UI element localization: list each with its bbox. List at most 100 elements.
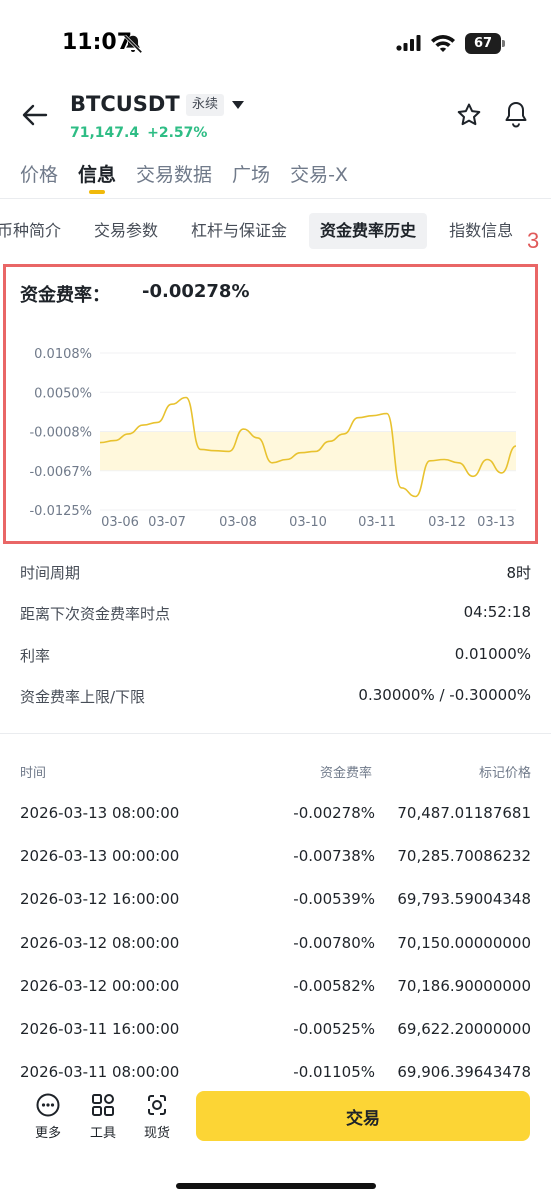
wifi-icon <box>431 35 455 52</box>
tools-button[interactable]: 工具 <box>81 1092 125 1141</box>
history-table[interactable]: 2026-03-13 08:00:00 -0.00278% 70,487.011… <box>20 800 531 1078</box>
info-value: 0.30000% / -0.30000% <box>358 686 531 704</box>
grid-tools-icon <box>92 1094 114 1116</box>
info-row-countdown: 距离下次资金费率时点 04:52:18 <box>20 603 531 633</box>
row-rate: -0.00582% <box>293 977 375 995</box>
table-row: 2026-03-13 08:00:00 -0.00278% 70,487.011… <box>20 804 531 832</box>
funding-rate-value: -0.00278% <box>142 281 250 302</box>
row-mark-price: 70,186.90000000 <box>397 977 531 995</box>
x-tick-label: 03-06 <box>101 515 139 530</box>
row-mark-price: 69,622.20000000 <box>397 1020 531 1038</box>
cellular-signal-icon <box>396 35 421 51</box>
row-time: 2026-03-13 00:00:00 <box>20 847 180 865</box>
subtab-trading-params[interactable]: 交易参数 <box>83 213 169 249</box>
y-tick-label: -0.0125% <box>29 504 92 519</box>
header-time: 时间 <box>20 766 47 781</box>
back-arrow-icon[interactable] <box>20 100 50 130</box>
row-rate: -0.00525% <box>293 1020 375 1038</box>
row-rate: -0.00738% <box>293 847 375 865</box>
y-tick-label: 0.0050% <box>34 386 92 401</box>
price-line: 71,147.4 +2.57% <box>70 125 215 141</box>
home-indicator <box>176 1183 376 1189</box>
info-row-period: 时间周期 8时 <box>20 562 531 592</box>
tab-square[interactable]: 广场 <box>232 160 270 200</box>
header-mark-price: 标记价格 <box>478 766 531 781</box>
spot-button[interactable]: 现货 <box>135 1092 179 1141</box>
sub-tabs: 币种简介 交易参数 杠杆与保证金 资金费率历史 指数信息 <box>0 212 535 250</box>
bell-off-icon <box>123 34 143 54</box>
row-time: 2026-03-12 00:00:00 <box>20 977 180 995</box>
trade-button[interactable]: 交易 <box>196 1091 530 1141</box>
table-row: 2026-03-12 00:00:00 -0.00582% 70,186.900… <box>20 977 531 1005</box>
x-tick-label: 03-10 <box>289 515 327 530</box>
status-bar: 11:07 67 <box>0 0 551 90</box>
more-icon <box>36 1093 60 1117</box>
x-tick-label: 03-11 <box>358 515 396 530</box>
info-label: 利率 <box>20 647 51 665</box>
funding-rate-chart[interactable]: 0.0108% 0.0050% -0.0008% -0.0067% -0.0125% 03… <box>0 330 551 540</box>
table-row: 2026-03-12 08:00:00 -0.00780% 70,150.000… <box>20 934 531 962</box>
row-mark-price: 69,793.59004348 <box>397 890 531 908</box>
tab-price[interactable]: 价格 <box>20 160 58 200</box>
chart-zero-band <box>100 431 516 471</box>
x-tick-label: 03-07 <box>148 515 186 530</box>
subtab-funding-history[interactable]: 资金费率历史 <box>309 213 428 249</box>
history-table-header: 时间 资金费率 标记价格 <box>20 762 531 782</box>
table-row: 2026-03-11 16:00:00 -0.00525% 69,622.200… <box>20 1020 531 1048</box>
table-row: 2026-03-13 00:00:00 -0.00738% 70,285.700… <box>20 847 531 875</box>
row-mark-price: 70,487.01187681 <box>397 804 531 822</box>
info-value: 0.01000% <box>454 645 531 663</box>
tab-trade-x[interactable]: 交易-X <box>290 160 348 200</box>
row-rate: -0.01105% <box>293 1063 375 1078</box>
row-rate: -0.00780% <box>293 934 375 952</box>
row-rate: -0.00539% <box>293 890 375 908</box>
more-button[interactable]: 更多 <box>26 1092 70 1141</box>
battery-indicator: 67 <box>465 33 505 54</box>
price-change: +2.57% <box>147 125 208 141</box>
battery-level: 67 <box>465 33 501 54</box>
section-divider <box>0 733 551 734</box>
y-tick-label: -0.0008% <box>29 426 92 441</box>
x-tick-label: 03-12 <box>428 515 466 530</box>
subtab-coin-intro[interactable]: 币种简介 <box>0 213 72 249</box>
info-row-interest: 利率 0.01000% <box>20 645 531 675</box>
battery-cap <box>502 40 505 47</box>
tabs-divider <box>0 198 551 199</box>
x-tick-label: 03-13 <box>477 515 515 530</box>
row-time: 2026-03-12 16:00:00 <box>20 890 180 908</box>
y-tick-label: 0.0108% <box>34 347 92 362</box>
tools-label: 工具 <box>89 1126 116 1141</box>
info-label: 时间周期 <box>20 564 81 582</box>
subtab-index-info[interactable]: 指数信息 <box>438 213 524 249</box>
caret-down-icon[interactable] <box>232 100 244 110</box>
star-icon[interactable] <box>456 102 482 128</box>
bottom-bar: 更多 工具 现货 交易 <box>0 1078 551 1200</box>
bell-icon[interactable] <box>503 100 529 128</box>
row-time: 2026-03-12 08:00:00 <box>20 934 180 952</box>
row-time: 2026-03-13 08:00:00 <box>20 804 180 822</box>
more-label: 更多 <box>34 1126 61 1141</box>
info-label: 距离下次资金费率时点 <box>20 605 171 623</box>
spot-label: 现货 <box>143 1126 170 1141</box>
row-time: 2026-03-11 16:00:00 <box>20 1020 180 1038</box>
last-price: 71,147.4 <box>70 125 140 141</box>
tab-info[interactable]: 信息 <box>78 160 116 200</box>
tab-trading-data[interactable]: 交易数据 <box>136 160 212 200</box>
y-tick-label: -0.0067% <box>29 465 92 480</box>
row-rate: -0.00278% <box>293 804 375 822</box>
info-row-cap-floor: 资金费率上限/下限 0.30000% / -0.30000% <box>20 686 531 716</box>
info-label: 资金费率上限/下限 <box>20 688 146 706</box>
funding-rate-label: 资金费率： <box>20 285 110 306</box>
row-mark-price: 70,150.00000000 <box>397 934 531 952</box>
x-tick-label: 03-08 <box>219 515 257 530</box>
symbol-title[interactable]: BTCUSDT <box>70 92 180 116</box>
header-rate: 资金费率 <box>320 766 373 781</box>
row-time: 2026-03-11 08:00:00 <box>20 1063 180 1078</box>
subtab-leverage-margin[interactable]: 杠杆与保证金 <box>180 213 298 249</box>
info-value: 8时 <box>506 564 531 582</box>
row-mark-price: 70,285.70086232 <box>397 847 531 865</box>
table-row: 2026-03-12 16:00:00 -0.00539% 69,793.590… <box>20 890 531 918</box>
spot-swap-icon <box>148 1095 166 1115</box>
row-mark-price: 69,906.39643478 <box>397 1063 531 1078</box>
contract-type-badge: 永续 <box>186 94 225 116</box>
